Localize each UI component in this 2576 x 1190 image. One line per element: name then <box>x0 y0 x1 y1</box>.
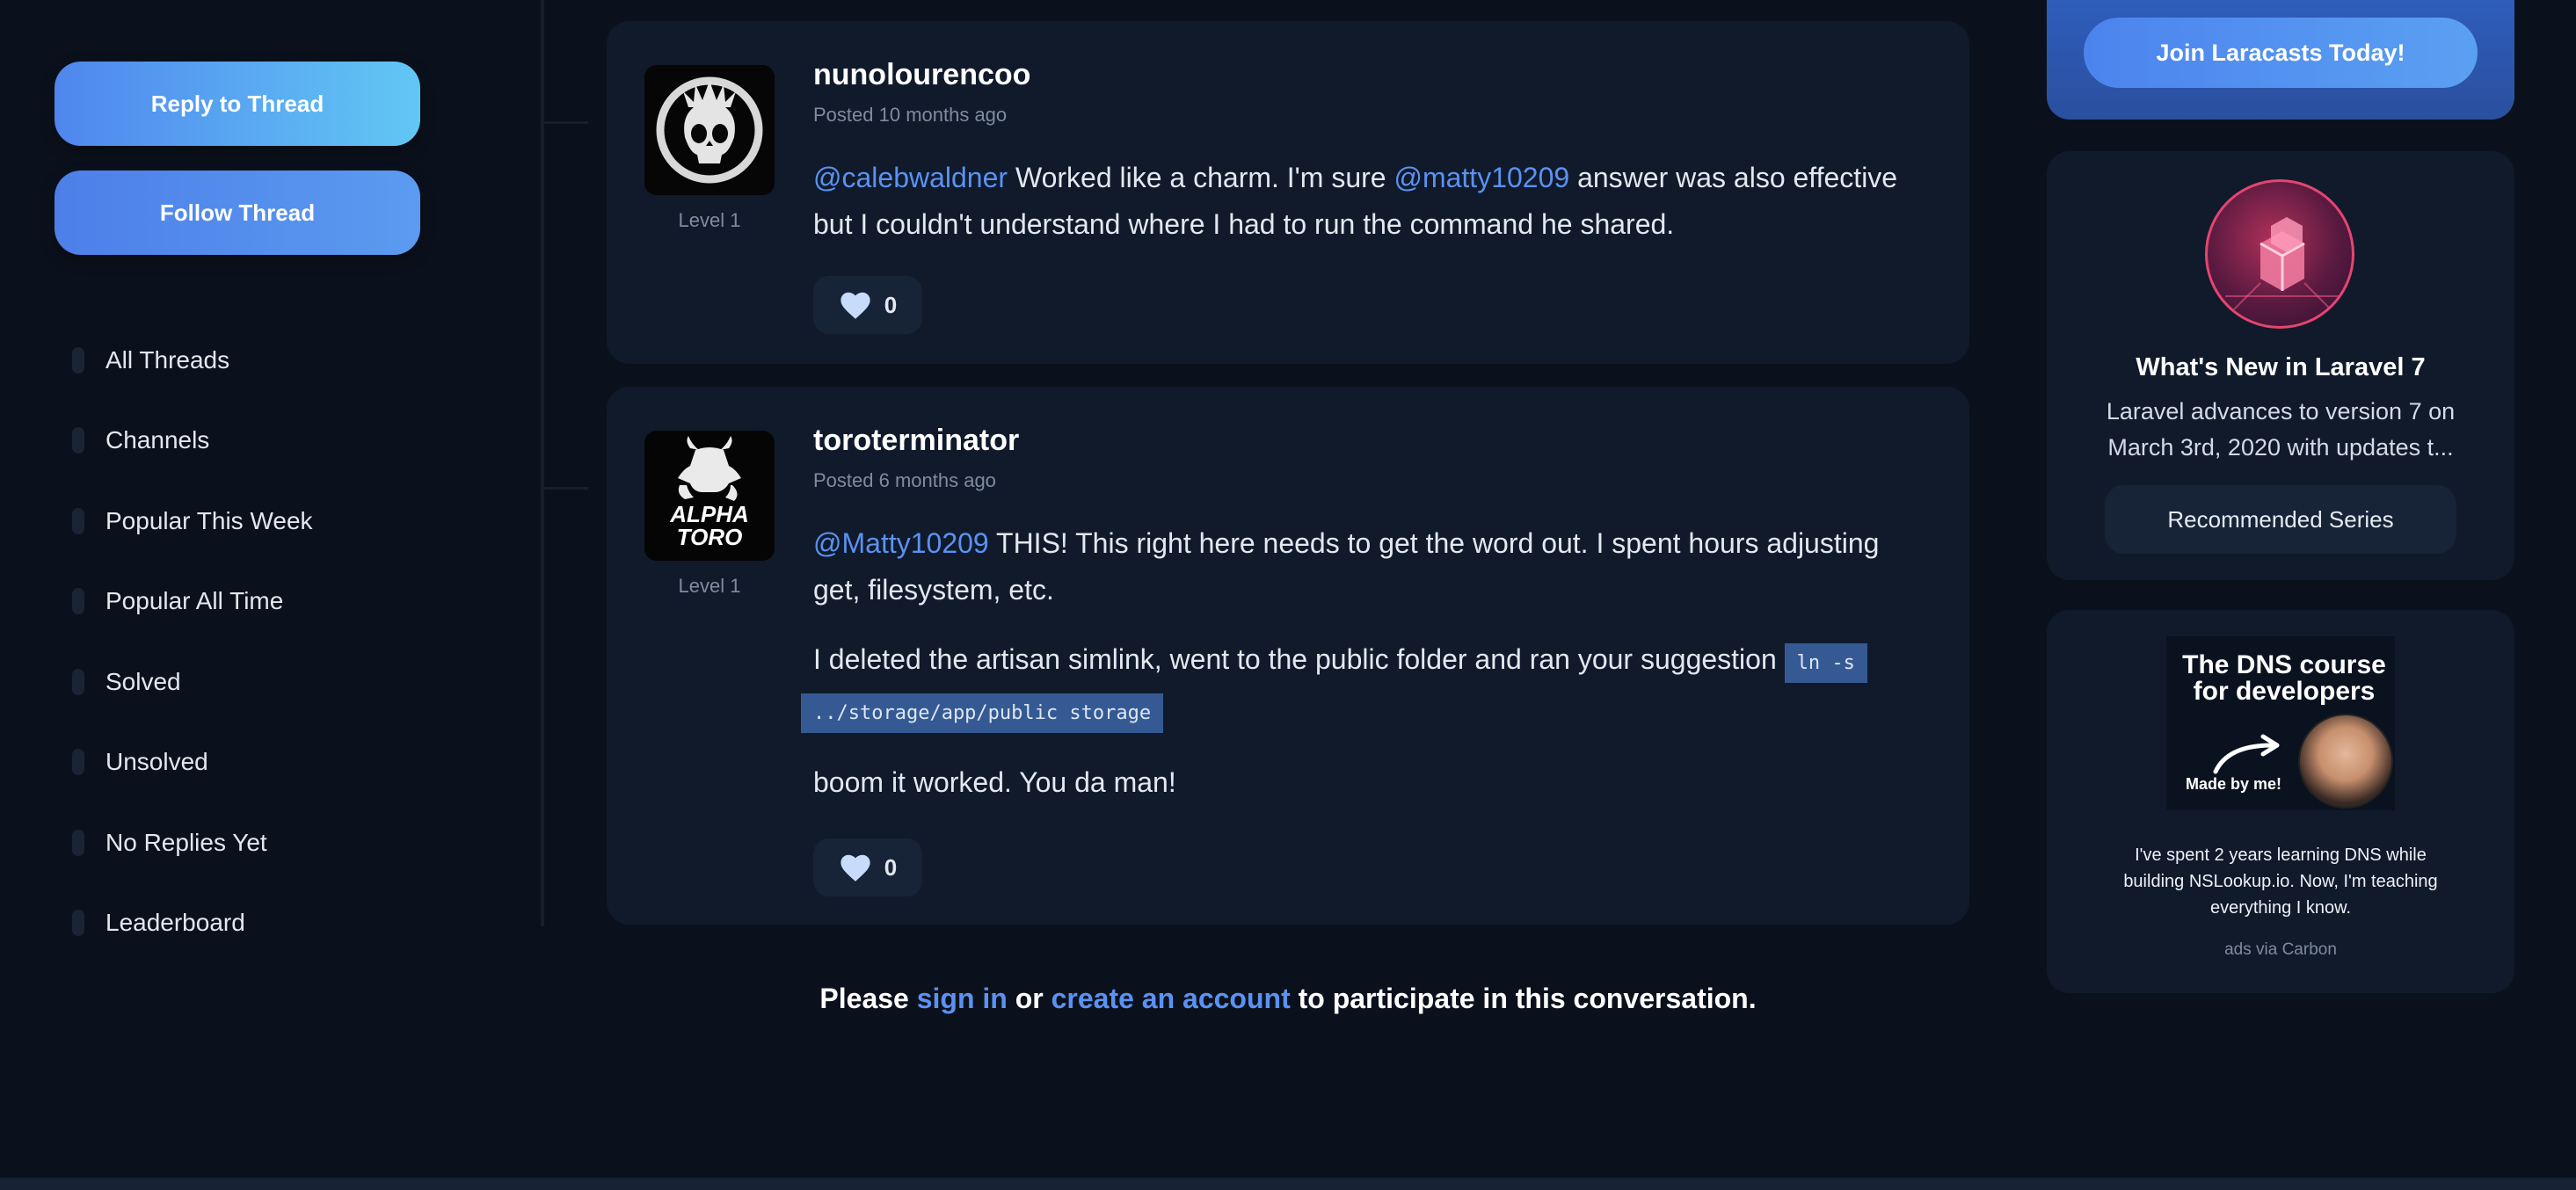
like-button[interactable]: 0 <box>813 276 922 334</box>
cta-text: Please <box>819 983 917 1014</box>
nav-marker <box>72 829 84 856</box>
recommended-series-button[interactable]: Recommended Series <box>2105 485 2456 554</box>
series-thumbnail[interactable] <box>2205 179 2354 329</box>
ad-heading: The DNS course for developers <box>2182 650 2386 706</box>
reply-to-thread-button[interactable]: Reply to Thread <box>55 62 420 146</box>
author-name[interactable]: toroterminator <box>813 424 1019 458</box>
ad-made-by-label: Made by me! <box>2186 775 2282 793</box>
inline-code: ln -s <box>1784 643 1867 683</box>
nav-marker <box>72 507 84 534</box>
nav-item-solved[interactable]: Solved <box>72 642 313 722</box>
mention-link[interactable]: @matty10209 <box>1394 162 1569 193</box>
ad-text[interactable]: I've spent 2 years learning DNS while bu… <box>2122 842 2439 921</box>
avatar[interactable]: ALPHA TORO <box>644 431 775 561</box>
series-description: Laravel advances to version 7 on March 3… <box>2106 398 2456 461</box>
nav-marker <box>72 427 84 454</box>
nav-marker <box>72 346 84 374</box>
nav-item-channels[interactable]: Channels <box>72 401 313 482</box>
inline-code: ../storage/app/public storage <box>801 693 1164 733</box>
laravel-cube-icon <box>2225 217 2340 310</box>
avatar-logo-text: ALPHA TORO <box>670 501 749 550</box>
nav-label: Channels <box>106 426 210 454</box>
cta-text: or <box>1007 983 1052 1014</box>
reply-body: @calebwaldner Worked like a charm. I'm s… <box>813 155 1921 248</box>
user-level: Level 1 <box>678 209 741 231</box>
like-count: 0 <box>884 853 898 881</box>
user-level: Level 1 <box>678 575 741 597</box>
arrow-icon <box>2213 734 2280 774</box>
reply-connector <box>544 121 588 124</box>
nav-label: Unsolved <box>106 748 208 776</box>
create-account-link[interactable]: create an account <box>1052 983 1291 1014</box>
mention-link[interactable]: @calebwaldner <box>813 162 1008 193</box>
avatar[interactable] <box>644 65 775 195</box>
nav-item-popular-this-week[interactable]: Popular This Week <box>72 481 313 562</box>
heart-icon <box>840 854 870 882</box>
join-laracasts-button[interactable]: Join Laracasts Today! <box>2084 18 2478 88</box>
heart-icon <box>840 292 870 319</box>
nav-marker <box>72 910 84 937</box>
like-count: 0 <box>884 291 898 318</box>
reply-connector <box>544 487 588 490</box>
reply-paragraph: I deleted the artisan simlink, went to t… <box>801 636 1921 736</box>
body-text: Worked like a charm. I'm sure <box>1008 162 1394 193</box>
thread-nav: All Threads Channels Popular This Week P… <box>72 320 313 963</box>
author-name[interactable]: nunolourencoo <box>813 58 1030 92</box>
nav-item-no-replies-yet[interactable]: No Replies Yet <box>72 802 313 883</box>
footer-edge <box>0 1178 2576 1190</box>
follow-thread-button[interactable]: Follow Thread <box>55 171 420 255</box>
skull-icon <box>644 65 775 195</box>
nav-label: Popular All Time <box>106 587 284 615</box>
nav-label: No Replies Yet <box>106 828 267 856</box>
nav-marker <box>72 749 84 776</box>
nav-item-popular-all-time[interactable]: Popular All Time <box>72 562 313 642</box>
nav-label: Solved <box>106 667 181 695</box>
like-button[interactable]: 0 <box>813 838 922 896</box>
ads-via-carbon-link[interactable]: ads via Carbon <box>2047 940 2514 960</box>
posted-time: Posted 6 months ago <box>813 469 996 491</box>
nav-item-leaderboard[interactable]: Leaderboard <box>72 883 313 964</box>
nav-marker <box>72 588 84 615</box>
cta-text: to participate in this conversation. <box>1290 983 1757 1014</box>
left-sidebar: Reply to Thread Follow Thread All Thread… <box>0 0 545 1190</box>
body-text: I deleted the artisan simlink, went to t… <box>813 643 1785 675</box>
nav-item-unsolved[interactable]: Unsolved <box>72 722 313 803</box>
nav-label: All Threads <box>106 345 230 374</box>
page: Reply to Thread Follow Thread All Thread… <box>0 0 2576 1190</box>
series-title[interactable]: What's New in Laravel 7 <box>2047 353 2514 382</box>
nav-label: Leaderboard <box>106 909 245 937</box>
reply-card: ALPHA TORO Level 1 toroterminator Posted… <box>607 387 1969 925</box>
nav-marker <box>72 668 84 695</box>
reply-body: @Matty10209 THIS! This right here needs … <box>813 520 1921 613</box>
series-card: What's New in Laravel 7 Laravel advances… <box>2047 151 2514 580</box>
thread-divider-line <box>541 0 544 926</box>
participate-prompt: Please sign in or create an account to p… <box>607 983 1969 1015</box>
author-photo <box>2298 714 2393 809</box>
mention-link[interactable]: @Matty10209 <box>813 527 989 559</box>
sign-in-link[interactable]: sign in <box>917 983 1008 1014</box>
nav-label: Popular This Week <box>106 506 313 534</box>
reply-paragraph: boom it worked. You da man! <box>813 766 1176 798</box>
ad-card: The DNS course for developers Made by me… <box>2047 610 2514 993</box>
nav-item-all-threads[interactable]: All Threads <box>72 320 313 401</box>
ad-image[interactable]: The DNS course for developers Made by me… <box>2166 636 2395 810</box>
reply-card: Level 1 nunolourencoo Posted 10 months a… <box>607 21 1969 364</box>
posted-time: Posted 10 months ago <box>813 104 1008 126</box>
join-card: Join Laracasts Today! <box>2047 0 2514 120</box>
